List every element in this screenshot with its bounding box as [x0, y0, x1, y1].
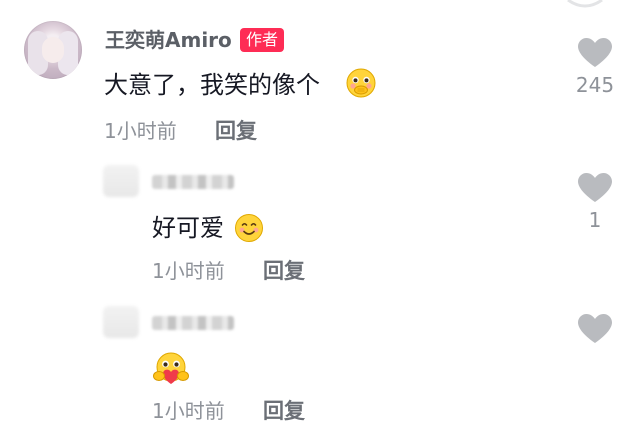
reply-time: 1小时前: [152, 399, 225, 423]
hug-heart-emoji: [153, 352, 189, 384]
author-username[interactable]: 王奕萌Amiro: [105, 28, 232, 52]
smiling-face-emoji: [235, 214, 263, 242]
reply-text: 好可爱: [152, 214, 224, 242]
reply-username-blurred[interactable]: [152, 175, 234, 189]
reply-avatar[interactable]: [103, 165, 139, 197]
cut-off-fragment: [567, 0, 603, 8]
reply-button[interactable]: 回复: [215, 119, 257, 143]
author-badge: 作者: [240, 28, 285, 52]
avatar-face: [42, 37, 64, 63]
reply-button[interactable]: 回复: [263, 259, 305, 283]
like-heart-icon[interactable]: [578, 38, 612, 68]
like-count: 245: [575, 73, 615, 97]
like-heart-icon[interactable]: [578, 173, 612, 203]
reply-username-blurred[interactable]: [152, 316, 234, 330]
like-heart-icon[interactable]: [578, 314, 612, 344]
reply-button[interactable]: 回复: [263, 399, 305, 423]
reply-avatar[interactable]: [103, 306, 139, 338]
comment-time: 1小时前: [104, 119, 177, 143]
comment-text: 大意了，我笑的像个: [104, 71, 320, 99]
shy-face-emoji: [346, 68, 376, 98]
author-avatar[interactable]: [24, 21, 82, 79]
reply-time: 1小时前: [152, 259, 225, 283]
like-count: 1: [588, 208, 602, 232]
